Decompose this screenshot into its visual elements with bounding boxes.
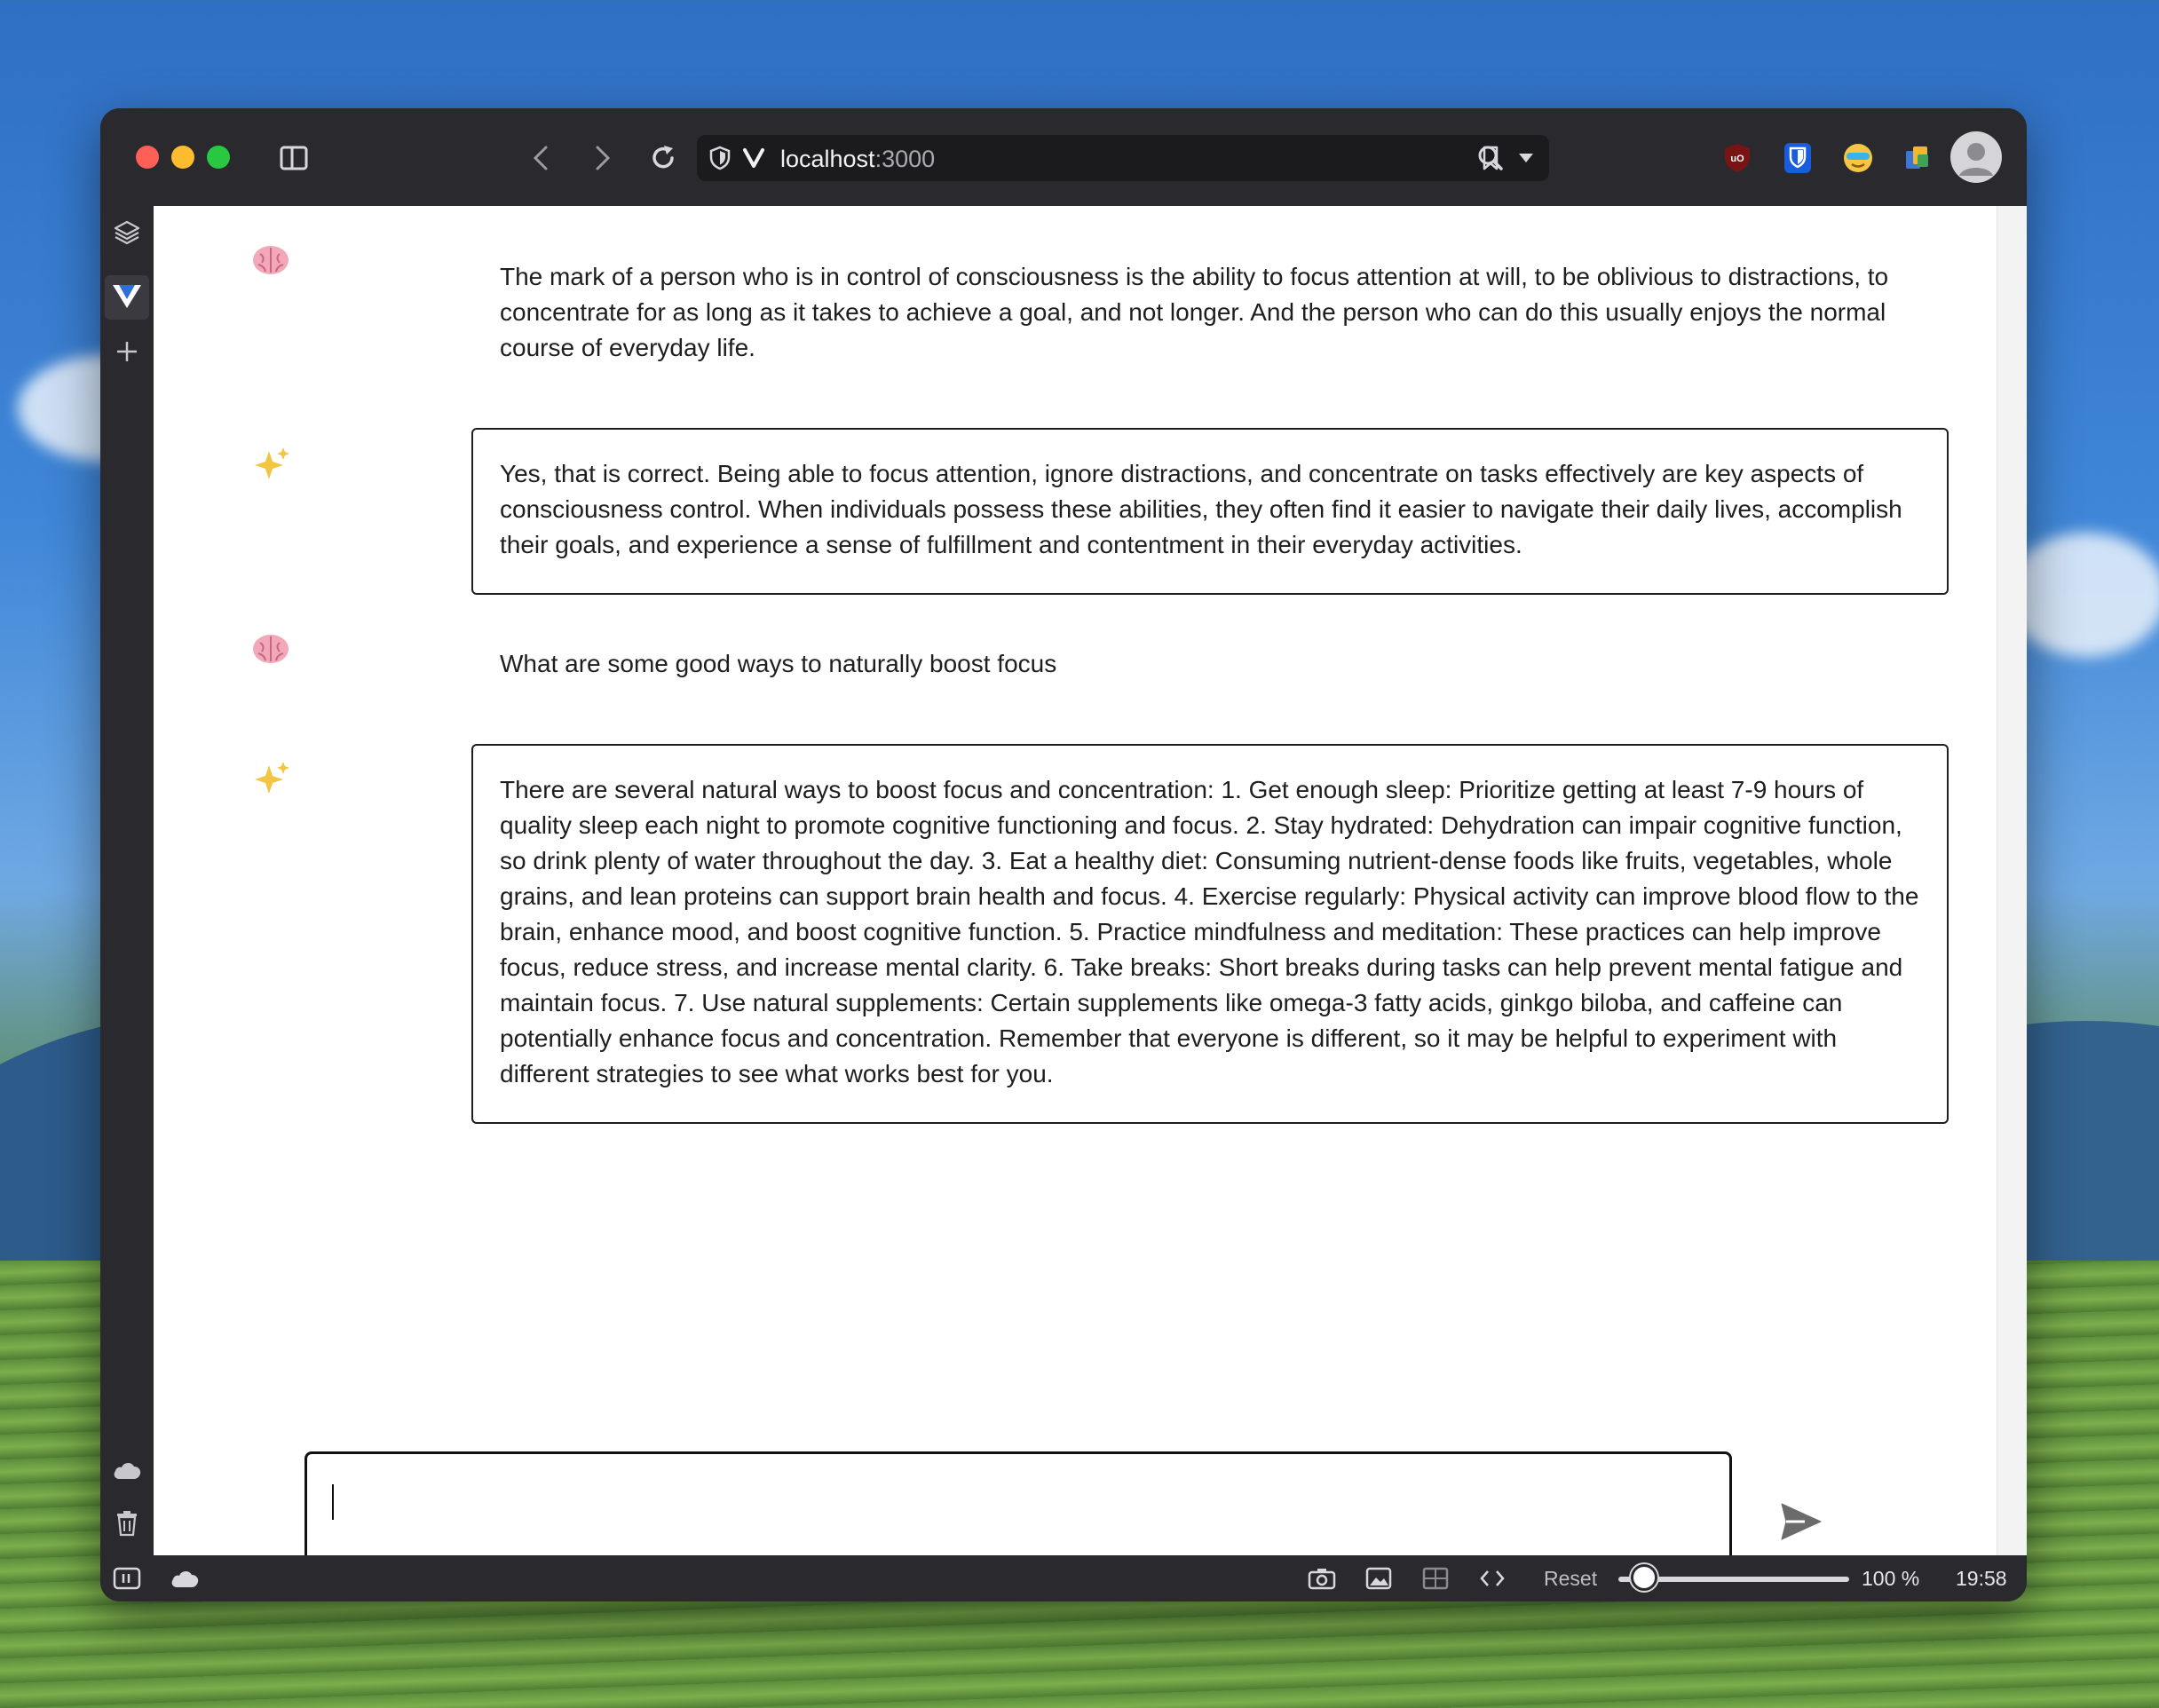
shield-icon[interactable] [706,144,734,172]
sidebar-toggle-icon[interactable] [276,140,312,176]
assistant-message: There are several natural ways to boost … [471,744,1949,1124]
sync-cloud-icon[interactable] [168,1564,203,1593]
vivaldi-logo-icon [739,144,768,172]
assistant-message-text: Yes, that is correct. Being able to focu… [500,460,1902,558]
text-caret [332,1484,334,1520]
address-bar[interactable]: localhost:3000 [697,135,1549,181]
assistant-message-text: There are several natural ways to boost … [500,776,1919,1087]
vue-app-panel-icon[interactable] [111,281,143,312]
panel-toggle-icon[interactable] [111,1564,143,1593]
close-window-button[interactable] [136,146,159,169]
bitwarden-extension-icon[interactable] [1778,138,1817,178]
minimize-window-button[interactable] [171,146,194,169]
assistant-message: Yes, that is correct. Being able to focu… [471,428,1949,595]
chat-app: The mark of a person who is in control o… [154,206,1997,1592]
back-arrow-icon[interactable] [523,140,558,176]
maximize-window-button[interactable] [207,146,230,169]
zoom-reset-button[interactable]: Reset [1544,1567,1597,1591]
image-icon[interactable] [1363,1562,1395,1594]
send-icon[interactable] [1776,1497,1826,1546]
code-icon[interactable] [1476,1562,1508,1594]
forward-arrow-icon[interactable] [585,140,621,176]
sparkles-icon [251,446,290,485]
reload-icon[interactable] [644,138,683,178]
browser-toolbar: localhost:3000 uO [100,108,2027,206]
panels-stack-icon[interactable] [111,217,143,249]
brain-icon [251,243,290,282]
svg-text:uO: uO [1730,154,1744,164]
camera-icon[interactable] [1306,1562,1338,1594]
page-scrollbar[interactable] [1997,206,2027,1555]
zoom-level: 100 % [1862,1567,1920,1590]
cloud-sync-icon[interactable] [111,1454,143,1486]
page-tiling-icon[interactable] [1420,1562,1451,1594]
address-url: localhost:3000 [780,146,936,172]
profile-avatar[interactable] [1950,131,2002,183]
tab-manager-extension-icon[interactable] [1899,138,1938,178]
sparkles-icon [251,760,290,799]
emoji-extension-icon[interactable] [1839,138,1878,178]
ublock-origin-extension-icon[interactable]: uO [1718,138,1757,178]
dropdown-caret-icon[interactable] [1512,144,1540,172]
browser-window: localhost:3000 uO The mark of a person w… [100,108,2027,1601]
browser-side-panel [100,206,154,1555]
clock: 19:58 [1956,1567,2007,1590]
trash-icon[interactable] [111,1507,143,1539]
status-bar: Reset 100 % 19:58 [100,1555,2027,1601]
user-message: What are some good ways to naturally boo… [500,650,1057,677]
add-panel-icon[interactable] [113,337,141,366]
user-message: The mark of a person who is in control o… [500,263,1889,361]
search-icon[interactable] [1473,140,1508,176]
brain-icon [251,632,290,671]
zoom-slider-thumb[interactable] [1631,1564,1657,1591]
